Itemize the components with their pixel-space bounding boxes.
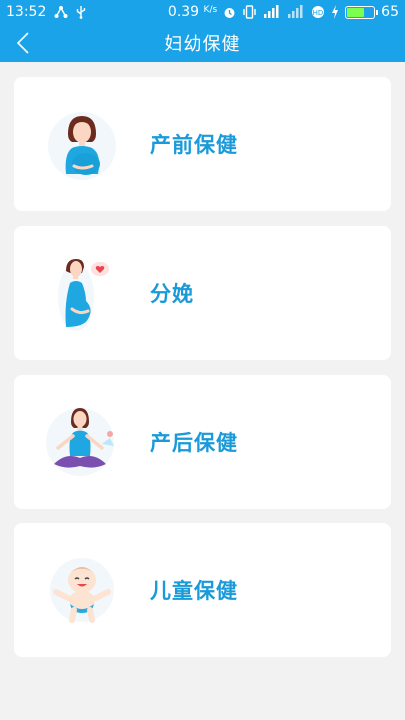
status-time: 13:52 xyxy=(6,4,47,20)
expectant-mother-heart-icon xyxy=(58,259,109,331)
chevron-left-icon xyxy=(16,32,29,54)
menu-label-child: 儿童保健 xyxy=(150,579,238,603)
menu-label-delivery: 分娩 xyxy=(150,282,194,306)
network-speed: 0.39 K/s xyxy=(167,4,218,20)
baby-icon xyxy=(50,558,114,623)
hd-icon: HD xyxy=(312,6,325,18)
usb-icon xyxy=(77,6,86,19)
menu-label-prenatal: 产前保健 xyxy=(150,133,238,157)
app-bar: 妇幼保健 xyxy=(0,24,405,62)
signal-weak-icon xyxy=(288,5,303,18)
menu-card-prenatal[interactable]: 产前保健 xyxy=(14,77,391,211)
charging-icon xyxy=(332,5,339,19)
alarm-icon xyxy=(224,7,235,18)
battery-fill xyxy=(347,7,365,17)
menu-card-postnatal[interactable]: 产后保健 xyxy=(14,375,391,509)
menu-card-child[interactable]: 儿童保健 xyxy=(14,523,391,657)
vibrate-icon xyxy=(243,5,256,19)
yoga-mother-icon xyxy=(46,408,114,476)
battery-percent: 65 xyxy=(381,4,399,20)
battery-icon xyxy=(345,5,379,19)
page-title: 妇幼保健 xyxy=(164,34,241,55)
back-button[interactable] xyxy=(8,28,38,58)
signal-icon xyxy=(264,5,279,18)
share-icon xyxy=(54,6,68,18)
svg-text:HD: HD xyxy=(313,9,324,17)
pregnant-woman-icon xyxy=(48,112,116,180)
status-bar: 13:52 0.39 K/s HD 65 xyxy=(0,0,405,24)
menu-label-postnatal: 产后保健 xyxy=(150,431,238,455)
menu-card-delivery[interactable]: 分娩 xyxy=(14,226,391,360)
